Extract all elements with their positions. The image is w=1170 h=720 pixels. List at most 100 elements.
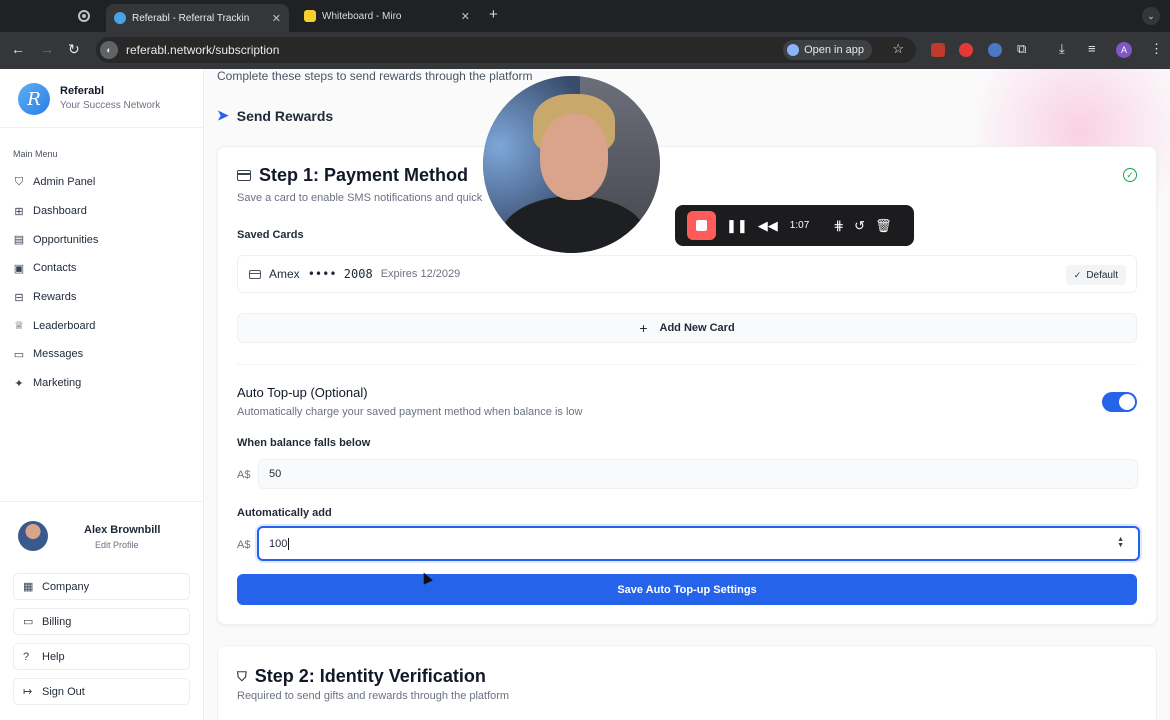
credit-card-icon: [249, 269, 261, 279]
tab-search-chevron-icon[interactable]: ⌄: [1142, 7, 1160, 25]
recording-time: 1:07: [789, 220, 810, 231]
tab-miro[interactable]: Whiteboard - Miro ✕: [296, 4, 478, 28]
sidebar: R Referabl Your Success Network Main Men…: [0, 69, 204, 720]
tab-referabl[interactable]: Referabl - Referral Trackin ✕: [106, 4, 289, 32]
download-icon[interactable]: ⤓: [1059, 41, 1065, 57]
add-new-card-button[interactable]: + Add New Card: [237, 313, 1137, 343]
sidebar-item-label: Leaderboard: [33, 319, 96, 332]
main-menu: ⛉ Admin Panel ⊞ Dashboard ▤ Opportunities ▣…: [13, 168, 99, 398]
step2-title: ⛉ Step 2: Identity Verification: [237, 666, 486, 687]
help-icon: ?: [23, 650, 30, 663]
webcam-bubble[interactable]: [483, 76, 660, 253]
divider: [237, 364, 1137, 365]
media-icon[interactable]: ≡: [1088, 41, 1096, 56]
sidebar-item-label: Rewards: [33, 291, 77, 304]
reload-icon[interactable]: ↻: [68, 41, 80, 58]
back-icon[interactable]: ←: [11, 41, 25, 57]
address-bar[interactable]: ◐ referabl.network/subscription Open in …: [96, 37, 916, 63]
brand[interactable]: R Referabl Your Success Network: [18, 83, 160, 115]
browser-menu-icon[interactable]: ⋮: [1150, 41, 1163, 57]
brand-name: Referabl: [60, 85, 105, 97]
text-caret: [288, 537, 290, 550]
save-auto-topup-button[interactable]: Save Auto Top-up Settings: [237, 574, 1137, 605]
extensions-icon[interactable]: ⧉: [1017, 41, 1026, 57]
open-in-app-label: Open in app: [804, 44, 864, 56]
sidebar-item-rewards[interactable]: ⊟ Rewards: [13, 283, 98, 312]
threshold-label: When balance falls below: [237, 437, 371, 449]
auto-topup-toggle[interactable]: [1102, 392, 1137, 412]
main-content: Complete these steps to send rewards thr…: [205, 69, 1170, 720]
sidebar-item-label: Admin Panel: [33, 176, 96, 189]
extension-blue-icon[interactable]: [988, 43, 1002, 57]
identity-verification-card: ⛉ Step 2: Identity Verification Required…: [217, 645, 1157, 720]
auto-add-input[interactable]: 100 ▲ ▼: [257, 526, 1140, 561]
sidebar-item-marketing[interactable]: ✦ Marketing: [13, 369, 98, 398]
browser-tab-bar: Referabl - Referral Trackin ✕ Whiteboard…: [0, 0, 1170, 32]
menu-heading: Main Menu: [13, 149, 58, 159]
trash-icon[interactable]: 🗑: [875, 218, 892, 234]
site-info-icon[interactable]: ◐: [100, 41, 118, 59]
sidebar-item-label: Marketing: [33, 377, 82, 390]
sidebar-item-opportunities[interactable]: ▤ Opportunities: [13, 225, 99, 254]
section-title-text: Send Rewards: [236, 107, 334, 124]
check-circle-icon: ✓: [1123, 168, 1137, 182]
brand-tagline: Your Success Network: [60, 100, 161, 111]
step1-subtitle: Save a card to enable SMS notifications …: [237, 192, 483, 204]
auto-topup-subtitle: Automatically charge your saved payment …: [237, 406, 583, 418]
forward-icon[interactable]: →: [40, 41, 54, 57]
sidebar-item-messages[interactable]: ▭ Messages: [13, 340, 98, 369]
sidebar-item-label: Opportunities: [33, 233, 99, 246]
close-tab-icon[interactable]: ✕: [266, 12, 281, 25]
company-button[interactable]: ▦ Company: [13, 573, 190, 600]
edit-profile-link[interactable]: Edit Profile: [95, 540, 139, 550]
help-label: Help: [42, 650, 65, 663]
browser-toolbar: ← → ↻ ◐ referabl.network/subscription Op…: [0, 32, 1170, 69]
new-tab-icon[interactable]: +: [489, 6, 498, 23]
referabl-logo-icon: R: [18, 83, 50, 115]
send-icon: ➤: [217, 107, 229, 123]
auto-add-label: Automatically add: [237, 507, 332, 519]
card-number: •••• 2008: [307, 267, 373, 281]
section-title: ➤ Send Rewards: [217, 107, 333, 124]
number-stepper-icon[interactable]: ▲ ▼: [1117, 536, 1124, 549]
threshold-value: 50: [269, 468, 282, 480]
open-in-app-button[interactable]: Open in app: [783, 40, 872, 60]
sidebar-item-label: Messages: [33, 348, 84, 361]
step2-title-text: Step 2: Identity Verification: [254, 666, 486, 686]
sidebar-item-leaderboard[interactable]: ♕ Leaderboard: [13, 311, 98, 340]
sidebar-item-contacts[interactable]: ▣ Contacts: [13, 254, 98, 283]
referabl-favicon-icon: [114, 12, 126, 24]
grid-icon[interactable]: ⋕: [833, 218, 844, 234]
record-icon[interactable]: [78, 10, 90, 22]
sidebar-item-dashboard[interactable]: ⊞ Dashboard: [13, 197, 98, 226]
extension-recorder-icon[interactable]: [931, 43, 945, 57]
saved-card-row[interactable]: Amex •••• 2008 Expires 12/2029 ✓ Default: [237, 255, 1137, 293]
miro-favicon-icon: [304, 10, 316, 22]
user-profile[interactable]: Alex Brownbill Edit Profile: [18, 521, 198, 553]
browser-profile-avatar[interactable]: A: [1116, 42, 1132, 58]
restart-icon[interactable]: ↺: [854, 218, 865, 234]
sign-out-icon: ↦: [23, 686, 33, 698]
help-button[interactable]: ? Help: [13, 643, 190, 670]
sign-out-button[interactable]: ↦ Sign Out: [13, 678, 190, 705]
currency-prefix: A$: [237, 539, 251, 551]
currency-prefix: A$: [237, 469, 251, 481]
step1-title-text: Step 1: Payment Method: [259, 165, 469, 185]
sign-out-label: Sign Out: [42, 685, 85, 698]
sidebar-item-admin-panel[interactable]: ⛉ Admin Panel: [13, 168, 98, 197]
shield-check-icon: ⛉: [237, 668, 247, 684]
star-icon[interactable]: ☆: [892, 41, 904, 57]
billing-button[interactable]: ▭ Billing: [13, 608, 190, 635]
rewind-icon[interactable]: ◀◀: [758, 218, 778, 234]
extension-red-icon[interactable]: [959, 43, 973, 57]
sidebar-item-label: Contacts: [33, 262, 77, 275]
card-brand: Amex: [269, 267, 300, 281]
shield-icon: ⛉: [14, 175, 24, 188]
threshold-input[interactable]: 50: [258, 459, 1138, 489]
stop-recording-button[interactable]: [687, 211, 716, 240]
recording-controls: ❚❚ ◀◀ 1:07 ⋕ ↺ 🗑: [675, 205, 914, 246]
card-expiry: Expires 12/2029: [380, 268, 461, 280]
close-tab-icon[interactable]: ✕: [455, 10, 470, 23]
url-text: referabl.network/subscription: [126, 43, 280, 57]
pause-icon[interactable]: ❚❚: [726, 218, 748, 234]
